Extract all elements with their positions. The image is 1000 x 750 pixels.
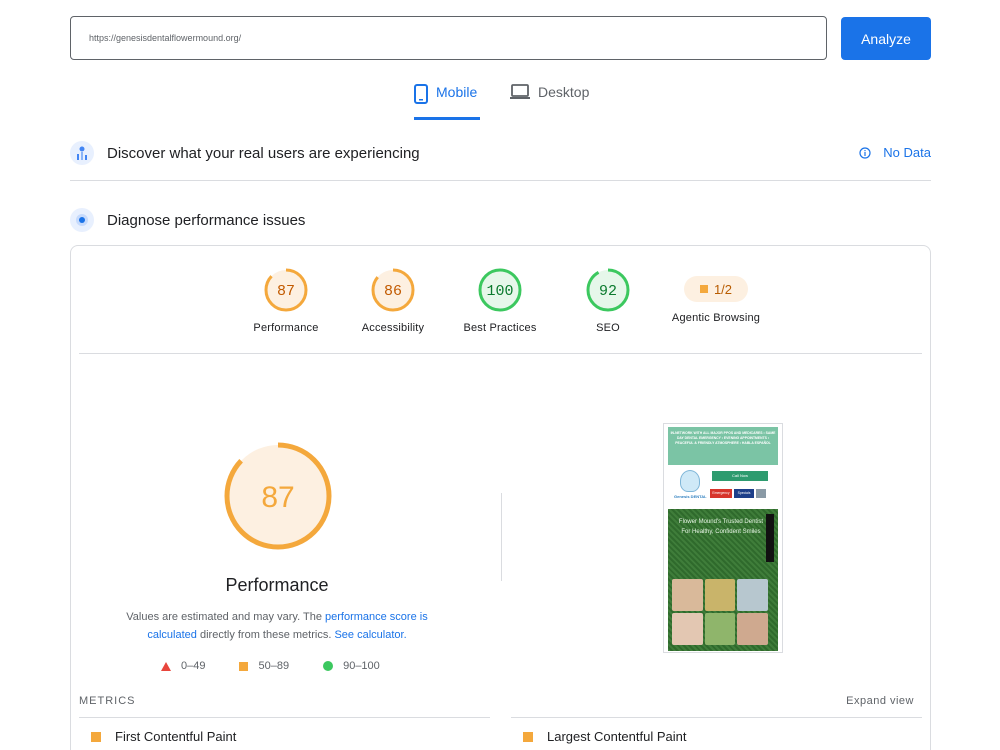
agentic-score: 1/2 [713, 281, 733, 297]
tooth-logo-icon [680, 470, 700, 492]
collage-photo [672, 613, 703, 645]
score-legend: 0–49 50–89 90–100 [161, 660, 380, 672]
performance-gauge-large: 87 [224, 442, 332, 550]
screenshot-brand: Genesis DENTAL [674, 494, 707, 499]
category-agentic-browsing[interactable]: 1/2 Agentic Browsing [661, 268, 771, 324]
triangle-icon [161, 661, 171, 671]
metric-divider [79, 717, 490, 718]
users-chart-icon [70, 141, 94, 165]
legend-pass: 90–100 [323, 660, 380, 672]
screenshot-header: Genesis DENTAL Call Now Emergency Specia… [668, 467, 778, 507]
square-icon [523, 731, 533, 742]
tab-desktop-label: Desktop [538, 84, 590, 100]
screenshot-social-bar [766, 514, 774, 562]
screenshot-banner: IN-NETWORK WITH ALL MAJOR PPOS AND MEDIC… [668, 427, 778, 465]
legend-range: 90–100 [343, 660, 380, 672]
tab-mobile[interactable]: Mobile [414, 84, 480, 120]
square-icon [239, 661, 249, 671]
screenshot-photo-collage [672, 579, 768, 645]
report-card: 87 Performance 86 Accessibility 100 Best… [70, 245, 931, 750]
svg-text:87: 87 [277, 283, 295, 300]
tab-mobile-label: Mobile [436, 84, 478, 100]
collage-photo [704, 579, 736, 611]
category-accessibility[interactable]: 86 Accessibility [338, 268, 448, 334]
category-label: SEO [596, 322, 620, 334]
svg-text:100: 100 [486, 283, 513, 300]
collage-photo [672, 579, 703, 611]
circle-icon [323, 661, 334, 671]
legend-range: 0–49 [181, 660, 206, 672]
performance-note: Values are estimated and may vary. The p… [107, 608, 447, 644]
category-label: Performance [253, 322, 319, 334]
category-best-practices[interactable]: 100 Best Practices [445, 268, 555, 334]
category-label: Best Practices [463, 322, 537, 334]
field-data-section: Discover what your real users are experi… [70, 141, 931, 165]
legend-average: 50–89 [239, 660, 289, 672]
analyze-button[interactable]: Analyze [841, 17, 931, 60]
laptop-icon [510, 84, 530, 99]
performance-title: Performance [225, 575, 329, 595]
legend-fail: 0–49 [161, 660, 205, 672]
tab-desktop[interactable]: Desktop [510, 84, 590, 120]
screenshot-emergency-pill: Emergency [710, 489, 732, 498]
square-icon [91, 731, 101, 742]
note-middle: directly from these metrics. [196, 629, 335, 641]
url-row: Analyze [70, 16, 931, 60]
screenshot-menu-pill [756, 489, 766, 498]
svg-text:87: 87 [261, 481, 294, 514]
agentic-badge: 1/2 [684, 276, 748, 302]
category-seo[interactable]: 92 SEO [553, 268, 663, 334]
square-icon [699, 285, 708, 293]
section-divider [70, 180, 931, 181]
device-tabs: Mobile Desktop [0, 84, 1000, 120]
svg-text:86: 86 [384, 283, 402, 300]
vertical-divider [501, 493, 502, 581]
info-icon [859, 146, 871, 159]
expand-view-button[interactable]: Expand view [846, 695, 914, 707]
collage-photo [737, 613, 768, 645]
phone-icon [414, 84, 428, 104]
legend-range: 50–89 [258, 660, 290, 672]
gauge-performance: 87 [264, 268, 308, 312]
diagnose-section: Diagnose performance issues [70, 208, 931, 232]
svg-text:92: 92 [599, 283, 617, 300]
lab-target-icon [70, 208, 94, 232]
collage-photo [737, 579, 768, 611]
collage-photo [704, 613, 736, 645]
metric-lcp: Largest Contentful Paint [523, 729, 686, 744]
metrics-header: METRICS [79, 695, 136, 707]
metric-label: First Contentful Paint [115, 729, 237, 744]
screenshot-specials-pill: Specials [734, 489, 754, 498]
no-data-label: No Data [883, 145, 931, 160]
category-performance[interactable]: 87 Performance [231, 268, 341, 334]
category-label: Agentic Browsing [671, 312, 761, 324]
screenshot-hero: Flower Mound's Trusted Dentist For Healt… [668, 509, 778, 651]
gauge-seo: 92 [586, 268, 630, 312]
diagnose-title: Diagnose performance issues [107, 211, 306, 229]
metric-fcp: First Contentful Paint [91, 729, 236, 744]
category-label: Accessibility [361, 322, 425, 334]
note-prefix: Values are estimated and may vary. The [126, 611, 325, 623]
gauge-best-practices: 100 [478, 268, 522, 312]
screenshot-call-button: Call Now [712, 471, 768, 481]
metric-label: Largest Contentful Paint [547, 729, 687, 744]
metric-divider [511, 717, 922, 718]
see-calculator-link[interactable]: See calculator. [334, 629, 406, 641]
url-input[interactable] [70, 16, 827, 60]
no-data-link[interactable]: No Data [859, 145, 931, 160]
gauge-accessibility: 86 [371, 268, 415, 312]
card-divider [79, 353, 922, 354]
screenshot-hero-text: Flower Mound's Trusted Dentist For Healt… [678, 519, 764, 535]
field-data-title: Discover what your real users are experi… [107, 144, 420, 162]
final-screenshot: IN-NETWORK WITH ALL MAJOR PPOS AND MEDIC… [663, 423, 783, 653]
